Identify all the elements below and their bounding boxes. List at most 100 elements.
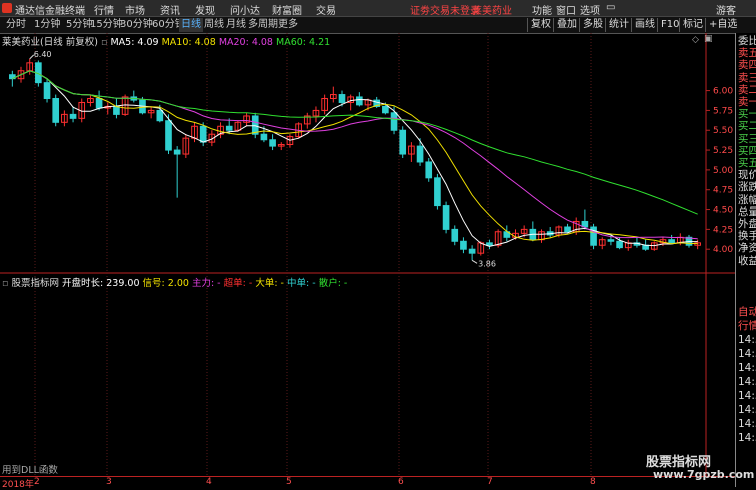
tab-monthly[interactable]: 月线 (224, 18, 248, 32)
watermark-url: www.7gpzb.com (653, 468, 755, 481)
quote-label: 委比 (738, 35, 756, 47)
tab-multi-period[interactable]: 多周期 (246, 18, 280, 32)
quote-label: 卖三 (738, 71, 756, 84)
ma10-line (12, 70, 698, 245)
date-tick: 5 (286, 477, 292, 487)
menu-function[interactable]: 功能 (532, 2, 552, 17)
btn-multi-stock[interactable]: 多股 (579, 18, 606, 32)
btn-add-favorite[interactable]: +自选 (705, 18, 740, 32)
app-title: 通达信金融终端 (15, 6, 85, 17)
quote-label: 卖五 (738, 47, 756, 60)
candle-body (564, 226, 571, 233)
kline-chart[interactable]: 6.00 5.75 5.50 5.25 5.00 4.75 4.50 4.25 4.00 6.40… (0, 33, 735, 476)
chart-menu-icon[interactable]: ▫ (101, 37, 107, 48)
btn-overlay[interactable]: 叠加 (553, 18, 580, 32)
tick-time: 14:50 (738, 348, 756, 360)
menu-item-trade[interactable]: 交易 (316, 2, 336, 17)
guest-user[interactable]: 游客 (716, 2, 736, 17)
date-axis: 2018年 2 3 4 5 6 7 8 (0, 476, 735, 490)
indicator-open-time: 开盘时长: 239.00 (62, 278, 140, 289)
stock-chart-label: 莱美药业(日线 前复权) (2, 37, 98, 48)
menu-item-quotes[interactable]: 行情 (94, 2, 114, 17)
candle-body (607, 239, 615, 242)
candle-body (52, 98, 60, 123)
btn-statistics[interactable]: 统计 (605, 18, 632, 32)
candle-body (269, 139, 276, 147)
menu-item-market[interactable]: 市场 (125, 2, 145, 17)
btn-mark[interactable]: 标记 (679, 18, 706, 32)
menu-item-discover[interactable]: 发现 (195, 2, 215, 17)
high-price-label: 6.40 (34, 50, 52, 59)
date-tick: 7 (487, 477, 493, 487)
candle-body (95, 98, 103, 109)
low-price-label: 3.86 (478, 259, 496, 268)
quote-label: 买一 (738, 108, 756, 121)
price-tick-label: 6.00 (713, 87, 733, 97)
candle-body (451, 228, 459, 242)
candle-body (251, 115, 259, 135)
ma60-line (12, 70, 698, 215)
btn-adjust[interactable]: 复权 (527, 18, 554, 32)
quote-label: 净资 (738, 242, 756, 255)
ma-header: 莱美药业(日线 前复权) ▫ MA5: 4.09 MA10: 4.08 MA20… (2, 34, 330, 48)
candle-body (416, 145, 424, 163)
tick-time: 14:50 (738, 376, 756, 388)
candle-body (390, 112, 398, 131)
chart-restore-icon[interactable]: ▣ (704, 34, 713, 44)
quote-label: 买三 (738, 132, 756, 145)
btn-draw[interactable]: 画线 (631, 18, 658, 32)
indicator-signal: 信号: 2.00 (142, 278, 189, 289)
candle-body (382, 105, 389, 114)
price-tick-label: 4.25 (713, 225, 733, 235)
price-tick-label: 4.50 (713, 206, 733, 216)
date-tick: 6 (398, 477, 404, 487)
menu-item-xiaoda[interactable]: 问小达 (230, 2, 260, 17)
tab-more[interactable]: 更多 (276, 18, 300, 32)
price-tick-label: 5.50 (713, 126, 733, 136)
tab-timeshare[interactable]: 分时 (4, 18, 28, 32)
window-minimize-icon[interactable]: ▭ (606, 2, 615, 13)
stock-name-title: 莱美药业 (472, 6, 512, 17)
candle-body (260, 133, 268, 141)
price-tick-label: 5.75 (713, 106, 733, 116)
price-tick-label: 5.00 (713, 166, 733, 176)
price-tick-label: 4.00 (713, 245, 733, 255)
candle-body (113, 105, 120, 115)
candle-body (199, 125, 207, 143)
menu-item-news[interactable]: 资讯 (160, 2, 180, 17)
quote-label: 买二 (738, 120, 756, 133)
quote-side-panel: 委比 卖五 卖四 卖三 卖二 卖一 买一 买二 买三 买四 买五 现价 涨跌 涨幅 总量 外盘 换手 净资 收益 自动… (735, 33, 756, 487)
quote-label: 收益 (738, 254, 756, 267)
menu-options[interactable]: 选项 (580, 2, 600, 17)
tick-header-label: 自动 (738, 306, 756, 318)
candle-body (442, 205, 450, 230)
tick-time: 14:50 (738, 432, 756, 444)
date-tick: 2018年 (2, 480, 34, 490)
tab-weekly[interactable]: 周线 (202, 18, 226, 32)
chart-settings-icon[interactable]: ◇ (692, 35, 699, 45)
candle-body (399, 129, 407, 155)
candle-body (356, 96, 363, 106)
quote-label: 买四 (738, 144, 756, 157)
candle-body (460, 240, 467, 250)
menu-window[interactable]: 窗口 (556, 2, 576, 17)
indicator-header: ▫ 股票指标网 开盘时长: 239.00 信号: 2.00 主力: - 超单: … (2, 275, 347, 289)
quote-label: 涨跌 (738, 181, 756, 194)
menu-item-fortune[interactable]: 财富圈 (272, 2, 302, 17)
low-marker (471, 259, 478, 264)
candle-body (425, 161, 433, 179)
price-tick-label: 4.75 (713, 186, 733, 196)
tab-daily[interactable]: 日线 (179, 18, 203, 32)
candle-body (468, 248, 476, 254)
trade-login-notice[interactable]: 证劵交易未登录 (410, 2, 480, 17)
quote-label: 卖二 (738, 83, 756, 96)
price-tick-label: 5.25 (713, 146, 733, 156)
tab-1min[interactable]: 1分钟 (32, 18, 62, 32)
date-tick: 2 (34, 477, 40, 487)
date-tick: 4 (206, 477, 212, 487)
app-logo-icon (2, 3, 12, 13)
period-toolbar: 分时 1分钟 5分钟 15分钟 30分钟 60分钟 日线 周线 月线 多周期 更… (0, 17, 756, 34)
quote-label: 卖一 (738, 96, 756, 108)
indicator-menu-icon[interactable]: ▫ (2, 278, 8, 289)
tick-time: 14:50 (738, 390, 756, 402)
